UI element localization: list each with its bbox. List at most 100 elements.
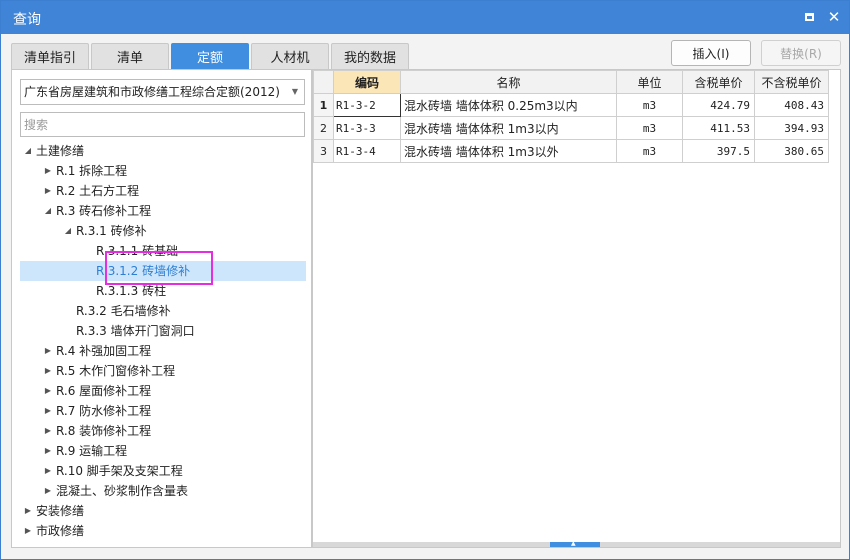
cell-code[interactable]: R1-3-4 [333, 139, 401, 163]
tree-node-label: R.1 拆除工程 [56, 164, 128, 178]
cell-name[interactable]: 混水砖墙 墙体体积 0.25m3以内 [400, 93, 617, 117]
tree-expand-icon[interactable]: ▶ [22, 501, 34, 521]
tree-node-r3-1[interactable]: ◢ R.3.1 砖修补 [20, 221, 306, 241]
cell-price-notax[interactable]: 394.93 [754, 116, 829, 140]
tree-expand-icon[interactable]: ▶ [22, 521, 34, 541]
tree-node-r3-2[interactable]: R.3.2 毛石墙修补 [20, 301, 306, 321]
tree-node-r3-1-1[interactable]: R.3.1.1 砖基础 [20, 241, 306, 261]
tree-node-r3-1-2[interactable]: R.3.1.2 砖墙修补 [20, 261, 306, 281]
tree-node-label: R.10 脚手架及支架工程 [56, 464, 183, 478]
dropdown-arrow-icon: ▼ [291, 87, 298, 96]
tree-node-label: R.3.1.3 砖柱 [96, 284, 167, 298]
tree-expand-icon[interactable]: ◢ [22, 141, 34, 161]
tree-node-label: 混凝土、砂浆制作含量表 [56, 484, 189, 498]
tree-node-label: R.9 运输工程 [56, 444, 128, 458]
tree-node-label: R.3.1.1 砖基础 [96, 244, 179, 258]
maximize-button[interactable] [801, 9, 817, 25]
tree-node-installation[interactable]: ▶ 安装修缮 [20, 501, 306, 521]
tab-bill[interactable]: 清单 [91, 43, 169, 69]
row-index-header [313, 70, 334, 94]
cell-unit[interactable]: m3 [616, 93, 683, 117]
tree-node-r8[interactable]: ▶ R.8 装饰修补工程 [20, 421, 306, 441]
cell-unit[interactable]: m3 [616, 139, 683, 163]
tree-node-r2[interactable]: ▶ R.2 土石方工程 [20, 181, 306, 201]
table-row[interactable]: 2 R1-3-3 混水砖墙 墙体体积 1m3以内 m3 411.53 394.9… [313, 116, 829, 140]
tree-node-label: R.8 装饰修补工程 [56, 424, 152, 438]
tree-node-r4[interactable]: ▶ R.4 补强加固工程 [20, 341, 306, 361]
tree-expand-icon[interactable]: ▶ [42, 461, 54, 481]
tree-node-label: R.5 木作门窗修补工程 [56, 364, 176, 378]
tree-node-label: R.6 屋面修补工程 [56, 384, 152, 398]
tree-expand-icon[interactable]: ▶ [42, 181, 54, 201]
tree-node-r9[interactable]: ▶ R.9 运输工程 [20, 441, 306, 461]
dialog-title: 查询 [13, 12, 41, 28]
tree-node-municipal[interactable]: ▶ 市政修缮 [20, 521, 306, 541]
chevron-up-icon: ▲ [571, 540, 576, 547]
cell-code[interactable]: R1-3-2 [333, 93, 401, 117]
close-button[interactable]: ✕ [826, 9, 842, 25]
replace-button[interactable]: 替换(R) [761, 40, 841, 66]
row-index: 2 [313, 116, 334, 140]
tab-labor-material[interactable]: 人材机 [251, 43, 329, 69]
tab-quota[interactable]: 定额 [171, 43, 249, 69]
tab-bill-guide[interactable]: 清单指引 [11, 43, 89, 69]
tree-expand-icon[interactable]: ▶ [42, 421, 54, 441]
tree-node-r3[interactable]: ◢ R.3 砖石修补工程 [20, 201, 306, 221]
column-header-name[interactable]: 名称 [400, 70, 617, 94]
tree-node-label: R.3 砖石修补工程 [56, 204, 152, 218]
tree-node-civil[interactable]: ◢ 土建修缮 [20, 141, 306, 161]
table-row[interactable]: 3 R1-3-4 混水砖墙 墙体体积 1m3以外 m3 397.5 380.65 [313, 139, 829, 163]
tree-expand-icon[interactable]: ◢ [62, 221, 74, 241]
quota-library-select[interactable]: 广东省房屋建筑和市政修缮工程综合定额(2012) ▼ [20, 79, 305, 105]
tree-node-r3-3[interactable]: R.3.3 墙体开门窗洞口 [20, 321, 306, 341]
cell-unit[interactable]: m3 [616, 116, 683, 140]
tree-node-r6[interactable]: ▶ R.6 屋面修补工程 [20, 381, 306, 401]
tree-node-label: R.2 土石方工程 [56, 184, 140, 198]
column-header-unit[interactable]: 单位 [616, 70, 683, 94]
cell-name[interactable]: 混水砖墙 墙体体积 1m3以内 [400, 116, 617, 140]
tree-node-label: R.3.3 墙体开门窗洞口 [76, 324, 195, 338]
tree-node-label: 市政修缮 [36, 524, 85, 538]
tree-node-label: 土建修缮 [36, 144, 85, 158]
tree-node-label: R.3.2 毛石墙修补 [76, 304, 171, 318]
tree-node-r1[interactable]: ▶ R.1 拆除工程 [20, 161, 306, 181]
tree-expand-icon[interactable]: ▶ [42, 401, 54, 421]
cell-code[interactable]: R1-3-3 [333, 116, 401, 140]
maximize-icon [804, 13, 814, 21]
quota-library-value: 广东省房屋建筑和市政修缮工程综合定额(2012) [24, 85, 280, 99]
tree-node-concrete-mortar[interactable]: ▶ 混凝土、砂浆制作含量表 [20, 481, 306, 501]
tree-node-r7[interactable]: ▶ R.7 防水修补工程 [20, 401, 306, 421]
cell-price-notax[interactable]: 380.65 [754, 139, 829, 163]
tree-expand-icon[interactable]: ▶ [42, 361, 54, 381]
table-header-row: 编码 名称 单位 含税单价 不含税单价 [313, 70, 829, 94]
column-header-price-tax[interactable]: 含税单价 [682, 70, 755, 94]
tree-expand-icon[interactable]: ◢ [42, 201, 54, 221]
tree-expand-icon[interactable]: ▶ [42, 481, 54, 501]
tree-expand-icon[interactable]: ▶ [42, 161, 54, 181]
cell-name[interactable]: 混水砖墙 墙体体积 1m3以外 [400, 139, 617, 163]
search-input[interactable] [20, 112, 305, 137]
tree-expand-icon[interactable]: ▶ [42, 381, 54, 401]
column-header-code[interactable]: 编码 [333, 70, 401, 94]
cell-price-tax[interactable]: 424.79 [682, 93, 755, 117]
panel-resize-handle[interactable]: ▲ [550, 540, 600, 547]
query-dialog: 查询 ✕ 清单指引 清单 定额 人材机 我的数据 插入(I) 替换(R) 广东省… [0, 0, 850, 560]
tree-node-label: R.7 防水修补工程 [56, 404, 152, 418]
column-header-price-notax[interactable]: 不含税单价 [754, 70, 829, 94]
table-row[interactable]: 1 R1-3-2 混水砖墙 墙体体积 0.25m3以内 m3 424.79 40… [313, 93, 829, 117]
tab-my-data[interactable]: 我的数据 [331, 43, 409, 69]
tree-node-label: R.3.1.2 砖墙修补 [96, 264, 191, 278]
cell-price-tax[interactable]: 411.53 [682, 116, 755, 140]
tree-node-r10[interactable]: ▶ R.10 脚手架及支架工程 [20, 461, 306, 481]
tree-expand-icon[interactable]: ▶ [42, 441, 54, 461]
tree-node-r5[interactable]: ▶ R.5 木作门窗修补工程 [20, 361, 306, 381]
insert-button[interactable]: 插入(I) [671, 40, 751, 66]
title-bar[interactable]: 查询 ✕ [1, 1, 849, 34]
cell-price-notax[interactable]: 408.43 [754, 93, 829, 117]
row-index: 1 [313, 93, 334, 117]
quota-results-panel: 编码 名称 单位 含税单价 不含税单价 1 R1-3-2 混水砖墙 墙体体积 0… [312, 69, 841, 548]
cell-price-tax[interactable]: 397.5 [682, 139, 755, 163]
tree-node-r3-1-3[interactable]: R.3.1.3 砖柱 [20, 281, 306, 301]
tree-expand-icon[interactable]: ▶ [42, 341, 54, 361]
quota-table: 编码 名称 单位 含税单价 不含税单价 1 R1-3-2 混水砖墙 墙体体积 0… [313, 70, 829, 163]
